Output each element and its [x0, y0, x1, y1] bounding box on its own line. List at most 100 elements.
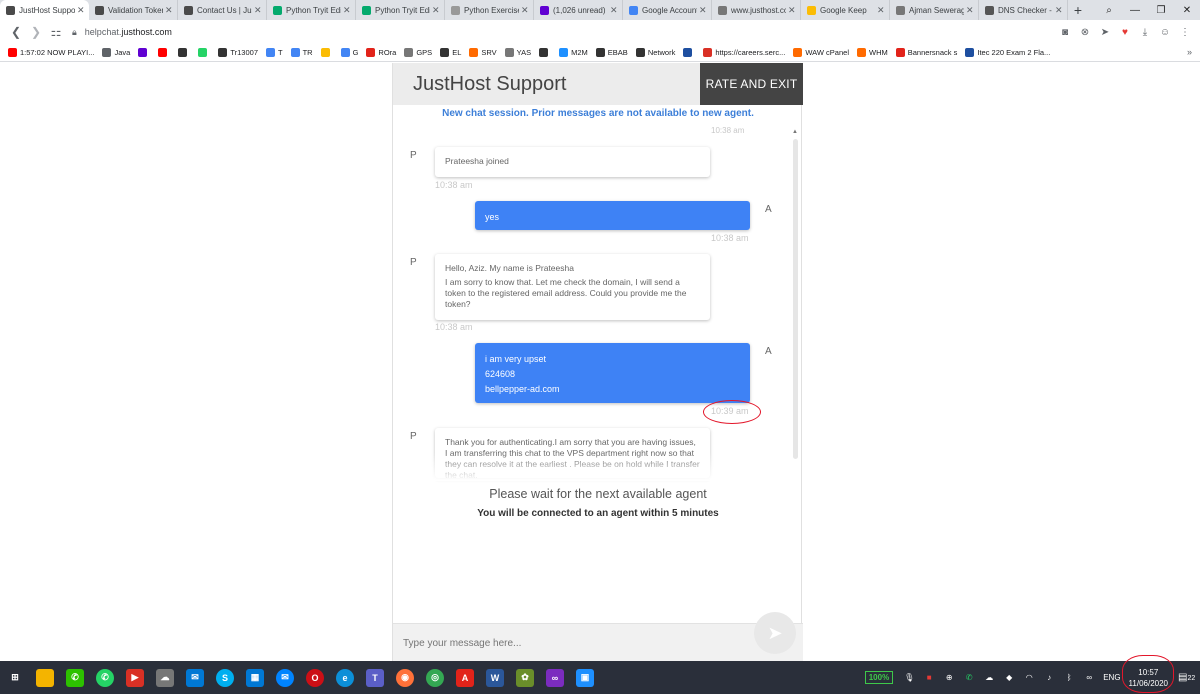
bookmark-item[interactable] [138, 48, 150, 57]
opera-icon[interactable]: O [306, 668, 324, 687]
tab-1[interactable]: Validation Token ✕ [89, 0, 178, 20]
bookmark-item[interactable]: 1:57:02 NOW PLAYI... [8, 48, 94, 57]
bookmark-item[interactable]: TR [290, 48, 313, 57]
wifi-icon[interactable]: ◠ [1022, 671, 1036, 685]
tab-2[interactable]: Contact Us | JustHost✕ [178, 0, 267, 20]
send-icon[interactable]: ➤ [1096, 23, 1114, 41]
notification-icon[interactable]: ▤22 [1178, 672, 1196, 683]
app-blue-icon[interactable]: ▣ [576, 668, 594, 687]
volume-icon[interactable]: ♪ [1042, 671, 1056, 685]
tab-close-icon[interactable]: ✕ [77, 5, 85, 16]
bookmark-item[interactable]: EL [440, 48, 461, 57]
tray-app2-icon[interactable]: ⊕ [942, 671, 956, 685]
whatsapp-icon[interactable]: ✆ [96, 668, 114, 687]
link-icon[interactable]: ∞ [1082, 671, 1096, 685]
tab-5[interactable]: Python Exercises✕ [445, 0, 534, 20]
bookmark-item[interactable] [320, 48, 333, 57]
tab-9[interactable]: Google Keep ✕ [801, 0, 890, 20]
tab-close-icon[interactable]: ✕ [610, 5, 618, 16]
new-tab-button[interactable]: + [1068, 0, 1088, 20]
tab-4[interactable]: Python Tryit Editor✕ [356, 0, 445, 20]
app-cloud-icon[interactable]: ☁ [156, 668, 174, 687]
bookmark-item[interactable]: Network [635, 48, 675, 57]
minimize-button[interactable]: — [1122, 0, 1148, 20]
bookmark-item[interactable]: https://careers.serc... [703, 48, 785, 57]
word-icon[interactable]: W [486, 668, 504, 687]
apps-icon[interactable]: ⚏ [46, 22, 66, 42]
messenger-icon[interactable]: ✉ [276, 668, 294, 687]
rate-and-exit-button[interactable]: RATE AND EXIT [700, 63, 803, 105]
language-indicator[interactable]: ENG [1103, 673, 1120, 682]
tab-close-icon[interactable]: ✕ [343, 5, 351, 16]
mic-icon[interactable]: 🎙︎ [902, 671, 916, 685]
bookmark-item[interactable]: T [265, 48, 283, 57]
app-green-icon[interactable]: ✿ [516, 668, 534, 687]
tab-7[interactable]: Google Account ✕ [623, 0, 712, 20]
bookmark-item[interactable] [683, 48, 695, 57]
tab-10[interactable]: Ajman Sewerage ✕ [890, 0, 979, 20]
tab-11[interactable]: DNS Checker - ✕ [979, 0, 1068, 20]
bookmark-item[interactable]: GPS [404, 48, 432, 57]
download-icon[interactable]: ⤓ [1136, 23, 1154, 41]
file-explorer-icon[interactable] [36, 668, 54, 687]
bookmark-item[interactable]: Java [102, 48, 130, 57]
firefox-icon[interactable]: ◉ [396, 668, 414, 687]
battery-indicator[interactable]: 100% [864, 671, 894, 684]
app-red-icon[interactable]: ▶ [126, 668, 144, 687]
tab-close-icon[interactable]: ✕ [966, 5, 974, 16]
mail-icon[interactable]: ✉ [186, 668, 204, 687]
menu-icon[interactable]: ⋮ [1176, 23, 1194, 41]
wechat-icon[interactable]: ✆ [66, 668, 84, 687]
bookmark-item[interactable]: WAW cPanel [793, 48, 849, 57]
tray-whatsapp-icon[interactable]: ✆ [962, 671, 976, 685]
bookmark-item[interactable]: M2M [559, 48, 588, 57]
lock-icon[interactable]: 🔒︎ [72, 27, 77, 38]
task-view-icon[interactable]: ⊞ [6, 669, 24, 687]
heart-icon[interactable]: ♥ [1116, 23, 1134, 41]
camera-icon[interactable]: ◙ [1056, 23, 1074, 41]
tab-8[interactable]: www.justhost.com✕ [712, 0, 801, 20]
forward-button[interactable]: ❯ [26, 22, 46, 42]
block-icon[interactable]: ⊗ [1076, 23, 1094, 41]
tab-close-icon[interactable]: ✕ [877, 5, 885, 16]
calendar-icon[interactable]: ▦ [246, 668, 264, 687]
skype-icon[interactable]: S [216, 668, 234, 687]
tab-0[interactable]: JustHost Support ✕ [0, 0, 89, 20]
tab-close-icon[interactable]: ✕ [521, 5, 529, 16]
tab-close-icon[interactable]: ✕ [254, 5, 262, 16]
restore-button[interactable]: ❐ [1148, 0, 1174, 20]
bookmark-item[interactable] [198, 48, 210, 57]
onedrive-icon[interactable]: ☁ [982, 671, 996, 685]
bookmark-item[interactable]: YAS [504, 48, 531, 57]
dropbox-icon[interactable]: ◆ [1002, 671, 1016, 685]
close-window-button[interactable]: ✕ [1174, 0, 1200, 20]
message-input[interactable] [403, 632, 733, 654]
edge-icon[interactable]: e [336, 668, 354, 687]
bookmark-item[interactable] [178, 48, 190, 57]
tab-close-icon[interactable]: ✕ [788, 5, 796, 16]
bookmark-item[interactable]: ROra [366, 48, 396, 57]
tab-3[interactable]: Python Tryit Editor✕ [267, 0, 356, 20]
tab-close-icon[interactable]: ✕ [165, 5, 173, 16]
bookmark-item[interactable] [539, 48, 551, 57]
tray-app-icon[interactable]: ■ [922, 671, 936, 685]
bookmark-item[interactable]: WHM [856, 48, 888, 57]
bookmark-item[interactable]: G [340, 48, 358, 57]
acrobat-icon[interactable]: A [456, 668, 474, 687]
bookmark-item[interactable]: Bannersnack s [895, 48, 957, 57]
bluetooth-icon[interactable]: ᛒ [1062, 671, 1076, 685]
back-button[interactable]: ❮ [6, 22, 26, 42]
bookmark-item[interactable]: Itec 220 Exam 2 Fla... [965, 48, 1050, 57]
tab-close-icon[interactable]: ✕ [432, 5, 440, 16]
bookmarks-overflow-icon[interactable]: » [1187, 47, 1192, 57]
search-tabs-icon[interactable]: ⌕ [1096, 0, 1122, 20]
tab-close-icon[interactable]: ✕ [699, 5, 707, 16]
teams-icon[interactable]: T [366, 668, 384, 687]
bookmark-item[interactable]: EBAB [595, 48, 628, 57]
scrollbar-thumb[interactable] [793, 139, 798, 459]
bookmark-item[interactable] [158, 48, 170, 57]
tab-6[interactable]: (1,026 unread) ✕ [534, 0, 623, 20]
profile-icon[interactable]: ☺ [1156, 23, 1174, 41]
app-purple-icon[interactable]: ∞ [546, 668, 564, 687]
tab-close-icon[interactable]: ✕ [1055, 5, 1063, 16]
